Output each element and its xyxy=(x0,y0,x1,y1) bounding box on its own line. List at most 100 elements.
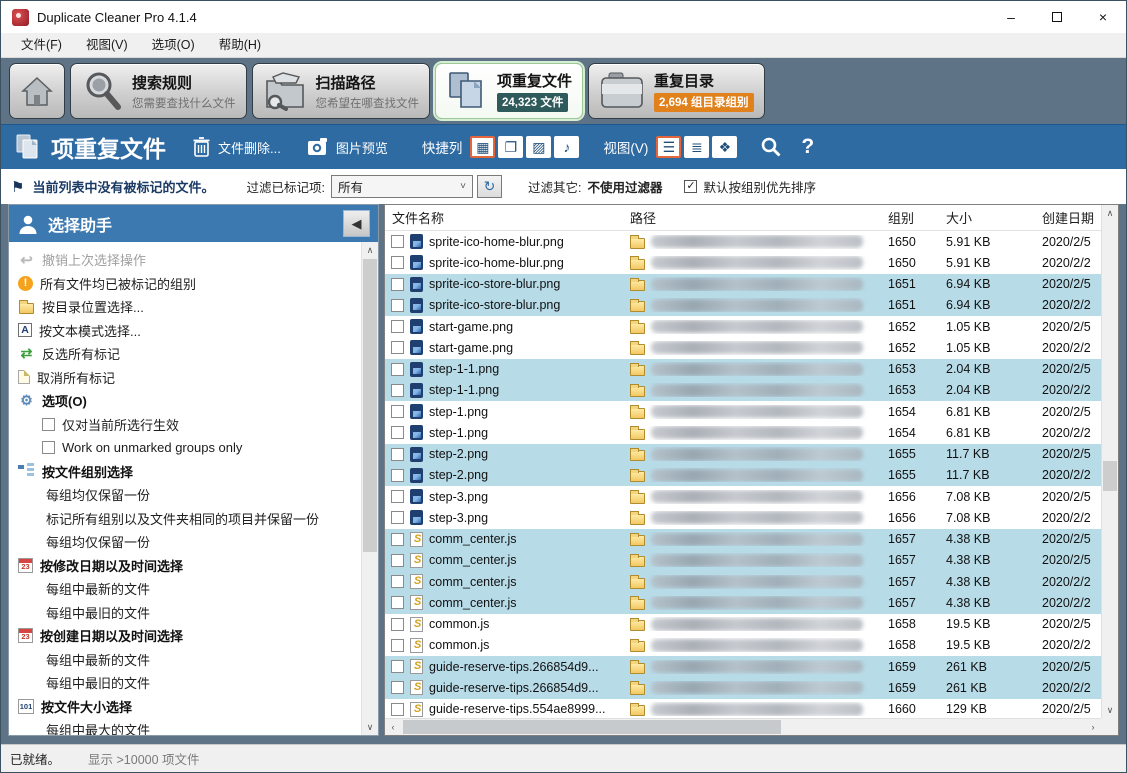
menu-item[interactable]: 帮助(H) xyxy=(207,33,273,57)
scan-paths-button[interactable]: 扫描路径您希望在哪查找文件 xyxy=(252,63,431,119)
checkbox-unchecked-icon[interactable] xyxy=(42,418,55,431)
menu-item[interactable]: 视图(V) xyxy=(74,33,140,57)
table-row[interactable]: guide-reserve-tips.266854d9...1659261 KB… xyxy=(385,656,1101,677)
scroll-right-icon[interactable]: › xyxy=(1085,719,1101,735)
row-checkbox[interactable] xyxy=(391,596,404,609)
sidebar-item[interactable]: 每组均仅保留一份 xyxy=(15,483,358,507)
view-details-button[interactable]: ≣ xyxy=(684,136,709,158)
sidebar-scroll-thumb[interactable] xyxy=(363,259,377,552)
home-button[interactable] xyxy=(9,63,65,119)
row-checkbox[interactable] xyxy=(391,320,404,333)
refresh-filter-button[interactable]: ↻ xyxy=(477,175,502,198)
row-checkbox[interactable] xyxy=(391,681,404,694)
minimize-button[interactable]: – xyxy=(988,1,1034,33)
row-checkbox[interactable] xyxy=(391,639,404,652)
filter-marked-dropdown[interactable]: 所有 ˅ xyxy=(331,175,473,198)
row-checkbox[interactable] xyxy=(391,384,404,397)
table-row[interactable]: sprite-ico-home-blur.png16505.91 KB2020/… xyxy=(385,252,1101,273)
view-list-button[interactable]: ☰ xyxy=(656,136,681,158)
row-checkbox[interactable] xyxy=(391,448,404,461)
sidebar-item[interactable]: 按目录位置选择... xyxy=(15,295,358,319)
table-row[interactable]: sprite-ico-store-blur.png16516.94 KB2020… xyxy=(385,295,1101,316)
column-header[interactable]: 路径 xyxy=(623,208,881,227)
scroll-down-icon[interactable]: ∨ xyxy=(362,719,378,735)
table-row[interactable]: guide-reserve-tips.266854d9...1659261 KB… xyxy=(385,677,1101,698)
table-row[interactable]: step-3.png16567.08 KB2020/2/5 xyxy=(385,486,1101,507)
table-row[interactable]: step-1-1.png16532.04 KB2020/2/2 xyxy=(385,380,1101,401)
search-rules-button[interactable]: 搜索规则您需要查找什么文件 xyxy=(70,63,247,119)
row-checkbox[interactable] xyxy=(391,533,404,546)
checkbox-unchecked-icon[interactable] xyxy=(42,441,55,454)
table-row[interactable]: comm_center.js16574.38 KB2020/2/2 xyxy=(385,592,1101,613)
row-checkbox[interactable] xyxy=(391,405,404,418)
sidebar-item[interactable]: !所有文件均已被标记的组别 xyxy=(15,272,358,296)
sidebar-item[interactable]: ⚙选项(O) xyxy=(15,389,358,413)
row-checkbox[interactable] xyxy=(391,363,404,376)
menu-item[interactable]: 选项(O) xyxy=(140,33,207,57)
table-row[interactable]: comm_center.js16574.38 KB2020/2/5 xyxy=(385,529,1101,550)
duplicate-files-button[interactable]: 项重复文件24,323 文件 xyxy=(435,63,583,119)
row-checkbox[interactable] xyxy=(391,554,404,567)
table-row[interactable]: step-2.png165511.7 KB2020/2/5 xyxy=(385,444,1101,465)
sidebar-item[interactable]: 按修改日期以及时间选择 xyxy=(15,554,358,578)
table-vscroll-thumb[interactable] xyxy=(1103,461,1117,491)
row-checkbox[interactable] xyxy=(391,426,404,439)
table-row[interactable]: comm_center.js16574.38 KB2020/2/5 xyxy=(385,550,1101,571)
column-header[interactable]: 大小 xyxy=(939,208,1035,227)
row-checkbox[interactable] xyxy=(391,299,404,312)
search-icon[interactable] xyxy=(759,135,783,159)
table-hscroll-thumb[interactable] xyxy=(403,720,781,734)
sidebar-item[interactable]: 按文件组别选择 xyxy=(15,460,358,484)
table-row[interactable]: comm_center.js16574.38 KB2020/2/2 xyxy=(385,571,1101,592)
row-checkbox[interactable] xyxy=(391,469,404,482)
table-row[interactable]: sprite-ico-store-blur.png16516.94 KB2020… xyxy=(385,274,1101,295)
sidebar-item[interactable]: 标记所有组别以及文件夹相同的项目并保留一份 xyxy=(15,507,358,531)
delete-files-button[interactable]: 文件删除... xyxy=(192,136,281,158)
table-row[interactable]: guide-reserve-tips.554ae8999...1660129 K… xyxy=(385,699,1101,719)
menu-item[interactable]: 文件(F) xyxy=(9,33,74,57)
maximize-button[interactable] xyxy=(1034,1,1080,33)
sidebar-item[interactable]: 每组中最大的文件 xyxy=(15,718,358,735)
quick-col-audio-button[interactable]: ♪ xyxy=(554,136,579,158)
sort-by-group-checkbox[interactable]: ✓ 默认按组别优先排序 xyxy=(684,177,816,196)
table-vertical-scrollbar[interactable]: ∧ ∨ xyxy=(1101,205,1118,718)
duplicate-folders-button[interactable]: 重复目录2,694 组目录组别 xyxy=(588,63,764,119)
table-row[interactable]: step-1.png16546.81 KB2020/2/5 xyxy=(385,401,1101,422)
sidebar-item[interactable]: 按文件大小选择 xyxy=(15,695,358,719)
table-row[interactable]: step-3.png16567.08 KB2020/2/2 xyxy=(385,507,1101,528)
scroll-left-icon[interactable]: ‹ xyxy=(385,719,401,735)
sidebar-item[interactable]: 每组中最新的文件 xyxy=(15,648,358,672)
sidebar-item[interactable]: 仅对当前所选行生效 xyxy=(15,413,358,437)
table-row[interactable]: step-1.png16546.81 KB2020/2/2 xyxy=(385,422,1101,443)
sidebar-item[interactable]: ↩撤销上次选择操作 xyxy=(15,248,358,272)
scroll-down-icon[interactable]: ∨ xyxy=(1102,702,1118,718)
sidebar-item[interactable]: Work on unmarked groups only xyxy=(15,436,358,460)
sidebar-scrollbar[interactable]: ∧ ∨ xyxy=(361,242,378,735)
sidebar-item[interactable]: 取消所有标记 xyxy=(15,366,358,390)
close-button[interactable]: × xyxy=(1080,1,1126,33)
row-checkbox[interactable] xyxy=(391,575,404,588)
image-preview-button[interactable]: 图片预览 xyxy=(307,137,388,157)
table-row[interactable]: sprite-ico-home-blur.png16505.91 KB2020/… xyxy=(385,231,1101,252)
view-tiles-button[interactable]: ❖ xyxy=(712,136,737,158)
row-checkbox[interactable] xyxy=(391,490,404,503)
row-checkbox[interactable] xyxy=(391,278,404,291)
row-checkbox[interactable] xyxy=(391,256,404,269)
sidebar-item[interactable]: 每组中最旧的文件 xyxy=(15,671,358,695)
table-row[interactable]: step-1-1.png16532.04 KB2020/2/5 xyxy=(385,359,1101,380)
scroll-up-icon[interactable]: ∧ xyxy=(1102,205,1118,221)
sidebar-item[interactable]: A按文本模式选择... xyxy=(15,319,358,343)
row-checkbox[interactable] xyxy=(391,341,404,354)
sidebar-item[interactable]: 按创建日期以及时间选择 xyxy=(15,624,358,648)
help-icon[interactable]: ? xyxy=(801,135,814,159)
quick-col-image-button[interactable]: ▨ xyxy=(526,136,551,158)
sidebar-item[interactable]: 每组中最旧的文件 xyxy=(15,601,358,625)
table-row[interactable]: common.js165819.5 KB2020/2/2 xyxy=(385,635,1101,656)
table-row[interactable]: start-game.png16521.05 KB2020/2/2 xyxy=(385,337,1101,358)
table-row[interactable]: common.js165819.5 KB2020/2/5 xyxy=(385,614,1101,635)
column-header[interactable]: 创建日期 xyxy=(1035,208,1101,227)
sidebar-item[interactable]: 每组均仅保留一份 xyxy=(15,530,358,554)
row-checkbox[interactable] xyxy=(391,703,404,716)
row-checkbox[interactable] xyxy=(391,511,404,524)
scroll-up-icon[interactable]: ∧ xyxy=(362,242,378,258)
